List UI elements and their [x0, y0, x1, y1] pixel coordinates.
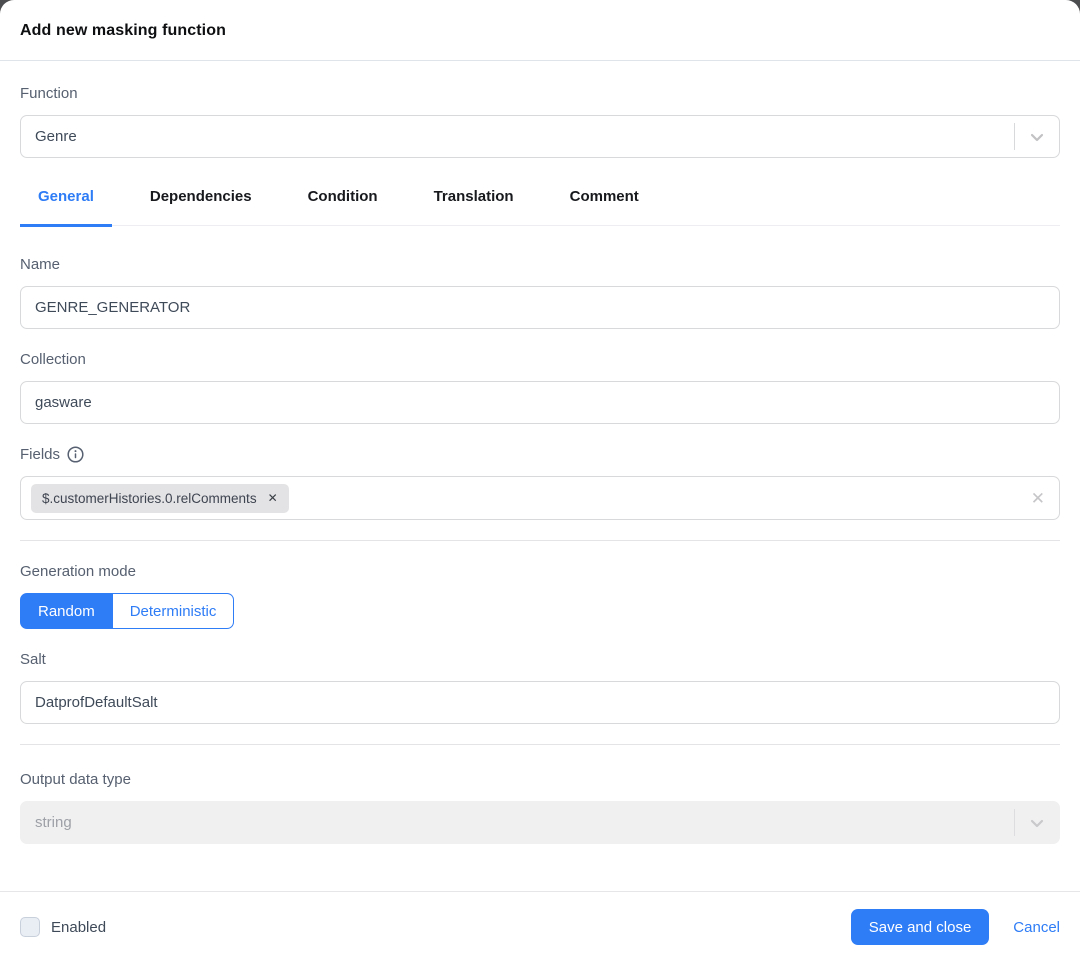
save-and-close-button[interactable]: Save and close	[851, 909, 990, 945]
tab-general[interactable]: General	[20, 188, 112, 227]
output-data-type-section: Output data type string	[20, 771, 1060, 844]
enabled-checkbox[interactable]	[20, 917, 40, 937]
salt-input[interactable]	[20, 681, 1060, 724]
output-data-type-label: Output data type	[20, 771, 1060, 788]
function-label: Function	[20, 85, 1060, 102]
output-data-type-value: string	[35, 814, 1014, 831]
field-tag: $.customerHistories.0.relComments ✕	[31, 484, 289, 513]
close-icon[interactable]: ✕	[268, 492, 278, 504]
tab-dependencies[interactable]: Dependencies	[132, 188, 270, 227]
tab-translation[interactable]: Translation	[416, 188, 532, 227]
enabled-label: Enabled	[51, 919, 106, 936]
tab-condition[interactable]: Condition	[290, 188, 396, 227]
clear-all-icon[interactable]: ✕	[1031, 490, 1045, 507]
fields-label: Fields	[20, 446, 60, 463]
salt-section: Salt	[20, 651, 1060, 724]
collection-section: Collection	[20, 351, 1060, 424]
modal-body: Function Genre General Dependencies Cond…	[0, 61, 1080, 891]
modal-title: Add new masking function	[20, 22, 1060, 40]
fields-multiselect[interactable]: $.customerHistories.0.relComments ✕ ✕	[20, 476, 1060, 520]
function-select-value: Genre	[35, 128, 1014, 145]
deterministic-option-button[interactable]: Deterministic	[113, 593, 235, 629]
chevron-down-icon	[1015, 814, 1059, 832]
output-data-type-select: string	[20, 801, 1060, 844]
random-option-button[interactable]: Random	[20, 593, 113, 629]
enabled-checkbox-wrap[interactable]: Enabled	[20, 917, 106, 937]
name-section: Name	[20, 256, 1060, 329]
modal-footer: Enabled Save and close Cancel	[0, 891, 1080, 962]
tab-comment[interactable]: Comment	[552, 188, 657, 227]
generation-mode-label: Generation mode	[20, 563, 1060, 580]
chevron-down-icon[interactable]	[1015, 128, 1059, 146]
generation-mode-section: Generation mode Random Deterministic	[20, 563, 1060, 629]
fields-section: Fields $.customerHistories.0.relComments…	[20, 446, 1060, 520]
modal-header: Add new masking function	[0, 0, 1080, 61]
collection-input[interactable]	[20, 381, 1060, 424]
field-tag-text: $.customerHistories.0.relComments	[42, 491, 257, 506]
tab-bar: General Dependencies Condition Translati…	[20, 188, 1060, 226]
add-masking-function-modal: Add new masking function Function Genre	[0, 0, 1080, 962]
info-circle-icon[interactable]	[67, 446, 84, 463]
name-input[interactable]	[20, 286, 1060, 329]
cancel-button[interactable]: Cancel	[1013, 919, 1060, 936]
function-select[interactable]: Genre	[20, 115, 1060, 158]
section-divider	[20, 540, 1060, 541]
section-divider	[20, 744, 1060, 745]
function-section: Function Genre	[20, 85, 1060, 158]
collection-label: Collection	[20, 351, 1060, 368]
salt-label: Salt	[20, 651, 1060, 668]
generation-mode-toggle: Random Deterministic	[20, 593, 234, 629]
name-label: Name	[20, 256, 1060, 273]
